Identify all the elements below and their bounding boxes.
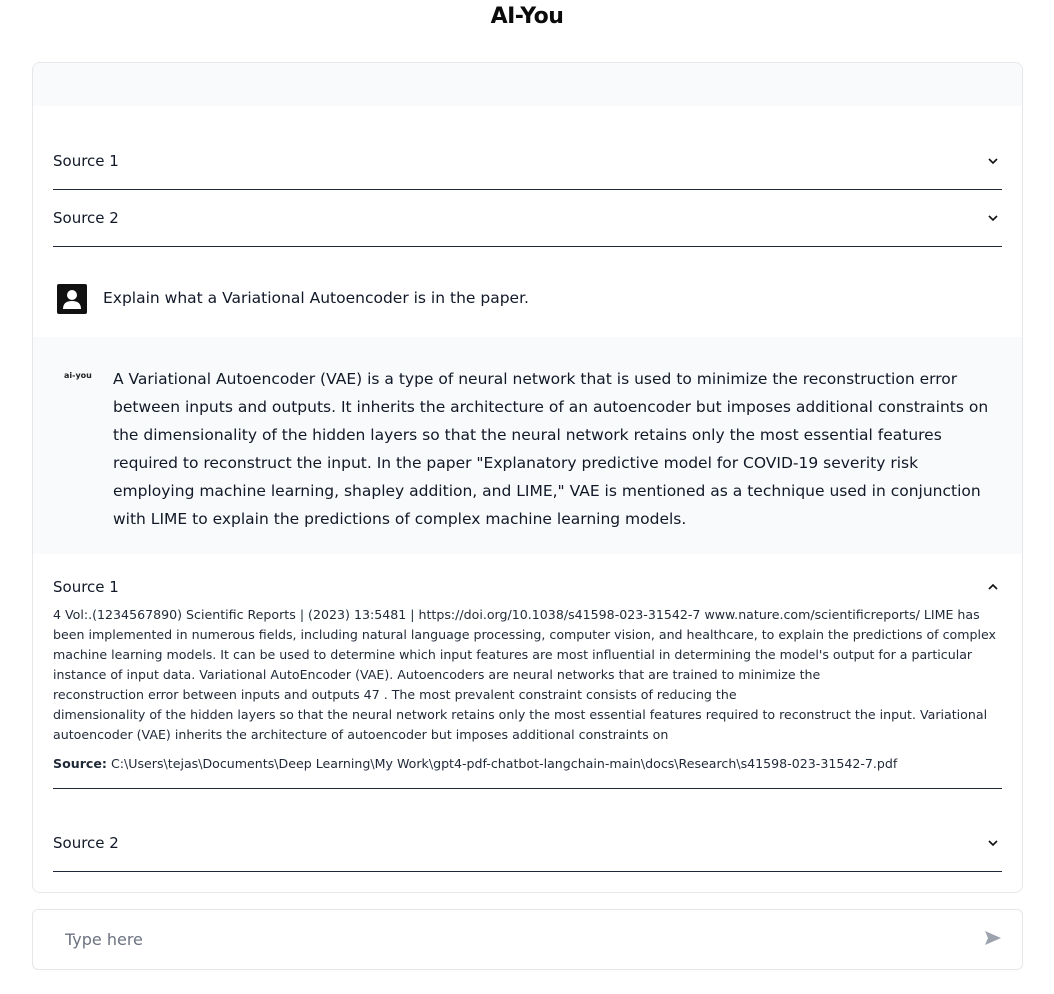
chat-input-bar [32, 909, 1023, 970]
source-text-line: dimensionality of the hidden layers so t… [53, 707, 988, 742]
source-accordion-1[interactable]: Source 1 [53, 133, 1002, 190]
source-text-line: 4 Vol:.(1234567890) Scientific Reports |… [53, 607, 996, 682]
source-label: Source 1 [53, 152, 119, 170]
source-content: 4 Vol:.(1234567890) Scientific Reports |… [53, 605, 1002, 788]
source-text-line: reconstruction error between inputs and … [53, 687, 737, 702]
user-icon [57, 284, 87, 314]
source-label: Source 1 [53, 578, 119, 596]
source-accordion-2[interactable]: Source 2 [53, 190, 1002, 247]
source-accordion-header[interactable]: Source 2 [53, 190, 1002, 246]
send-icon [985, 931, 1001, 945]
bot-message-text: A Variational Autoencoder (VAE) is a typ… [113, 370, 989, 528]
bot-message: ai-you A Variational Autoencoder (VAE) i… [33, 337, 1022, 554]
source-path: Source: C:\Users\tejas\Documents\Deep Le… [53, 754, 1002, 774]
chevron-down-icon [988, 158, 998, 165]
user-message: Explain what a Variational Autoencoder i… [33, 273, 1022, 337]
source-label: Source 2 [53, 209, 119, 227]
bot-logo: ai-you [64, 371, 92, 380]
source-accordion-header[interactable]: Source 1 [53, 555, 1002, 605]
source-path-label: Source: [53, 756, 107, 771]
user-message-text: Explain what a Variational Autoencoder i… [103, 289, 529, 307]
source-accordion-header[interactable]: Source 1 [53, 133, 1002, 189]
chevron-down-icon [988, 215, 998, 222]
chat-input[interactable] [34, 911, 964, 968]
chevron-up-icon [988, 583, 998, 590]
source-path-value: C:\Users\tejas\Documents\Deep Learning\M… [110, 756, 898, 771]
send-button[interactable] [982, 928, 1004, 950]
app-title: AI-You [490, 4, 564, 29]
chat-panel: Source 1 Source 2 Explain what a Variati… [32, 62, 1023, 893]
top-band [33, 63, 1022, 106]
source-label: Source 2 [53, 834, 119, 852]
source-accordion-2-bottom[interactable]: Source 2 [53, 815, 1002, 872]
source-accordion-1-expanded[interactable]: Source 1 4 Vol:.(1234567890) Scientific … [53, 555, 1002, 789]
chevron-down-icon [988, 840, 998, 847]
source-accordion-header[interactable]: Source 2 [53, 815, 1002, 871]
